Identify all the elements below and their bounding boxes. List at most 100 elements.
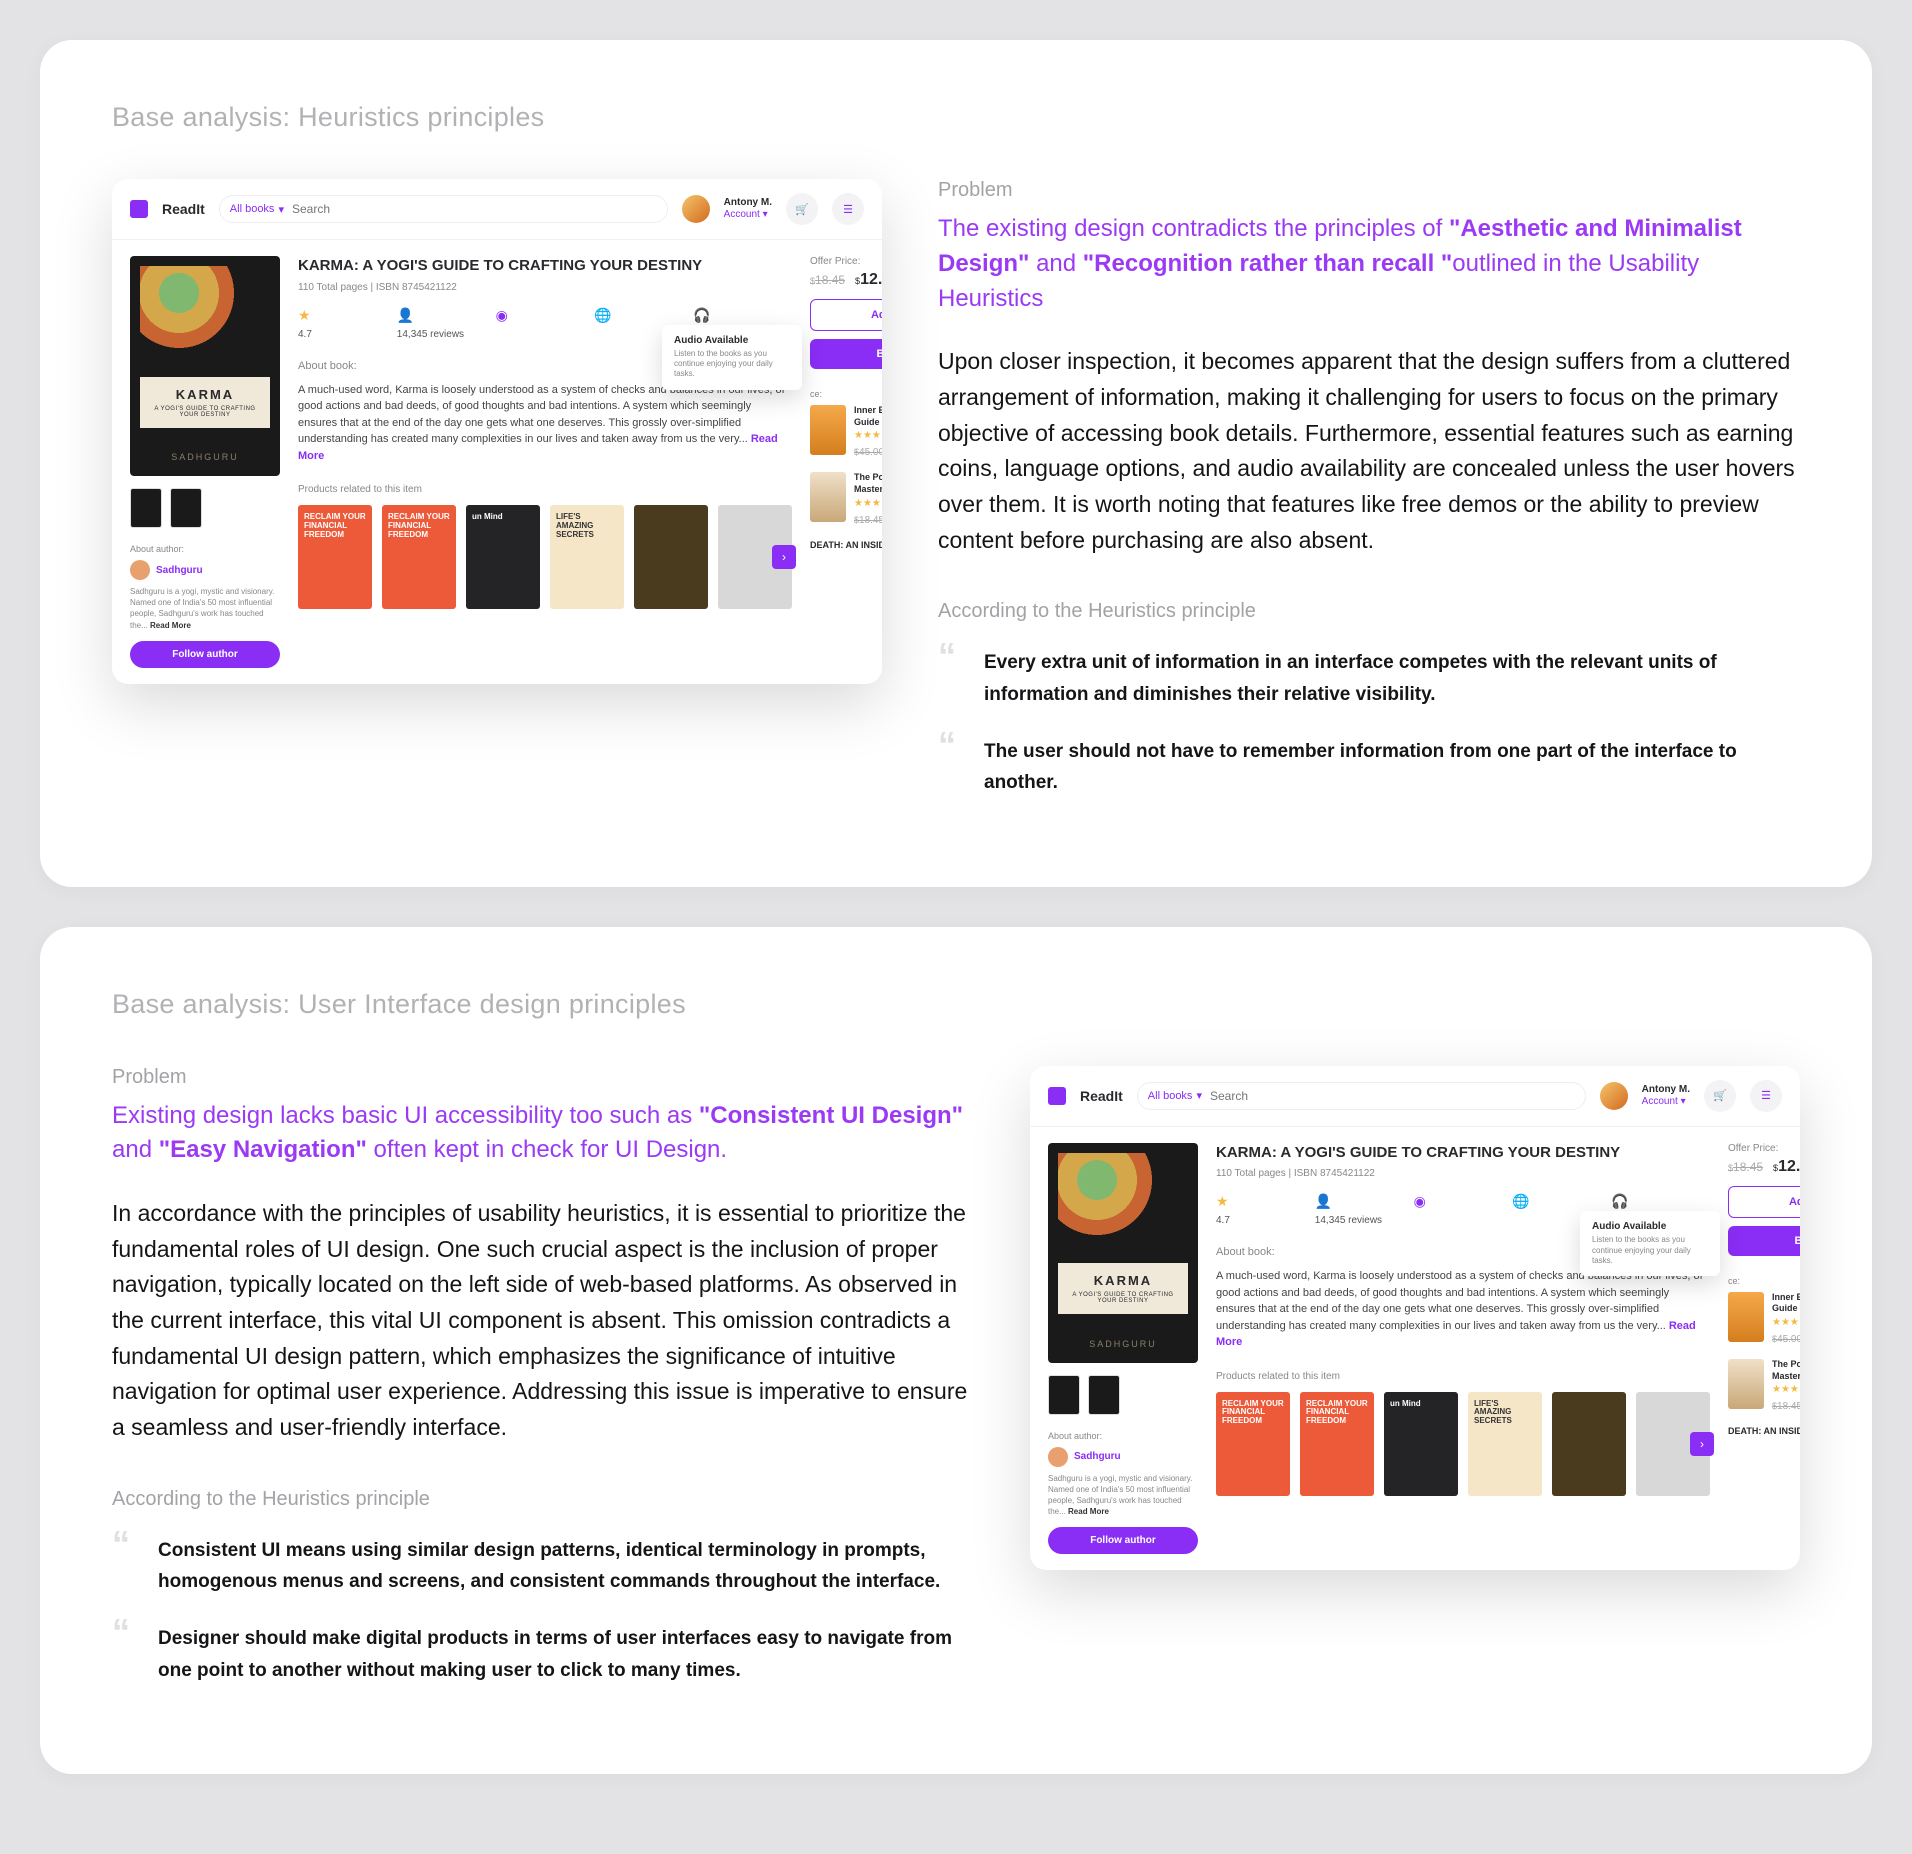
category-dropdown[interactable]: All books ▾ bbox=[1148, 1089, 1202, 1102]
quote-block: “ Every extra unit of information in an … bbox=[938, 647, 1800, 710]
related-side-item-title[interactable]: DEATH: AN INSIDE bbox=[810, 540, 882, 550]
related-item[interactable]: LIFE'S AMAZING SECRETS bbox=[1468, 1392, 1542, 1496]
problem-label: Problem bbox=[938, 179, 1800, 202]
author-name-link[interactable]: Sadhguru bbox=[1074, 1451, 1121, 1462]
search-bar[interactable]: All books ▾ bbox=[219, 195, 668, 223]
book-details-column: KARMA: A YOGI'S GUIDE TO CRAFTING YOUR D… bbox=[1216, 1143, 1710, 1555]
quote-block: “ The user should not have to remember i… bbox=[938, 736, 1800, 799]
analysis-text-column: Problem The existing design contradicts … bbox=[938, 179, 1800, 825]
search-input[interactable] bbox=[292, 202, 657, 216]
brand-logo-icon bbox=[130, 200, 148, 218]
quote-icon: “ bbox=[112, 1535, 140, 1598]
brand-name: ReadIt bbox=[162, 201, 205, 217]
cover-thumb[interactable] bbox=[130, 488, 162, 528]
quote-block: “ Consistent UI means using similar desi… bbox=[112, 1535, 974, 1598]
according-label: According to the Heuristics principle bbox=[938, 600, 1800, 623]
related-item[interactable]: RECLAIM YOUR FINANCIAL FREEDOM bbox=[382, 505, 456, 609]
buy-now-button[interactable]: Buy Now bbox=[810, 339, 882, 369]
cover-thumb[interactable] bbox=[1088, 1375, 1120, 1415]
star-icon: ★ bbox=[1216, 1193, 1315, 1211]
quote-icon: “ bbox=[112, 1623, 140, 1686]
carousel-next-icon[interactable]: › bbox=[772, 545, 796, 569]
about-book-text: A much-used word, Karma is loosely under… bbox=[1216, 1268, 1710, 1351]
book-meta: 110 Total pages | ISBN 8745421122 bbox=[1216, 1168, 1710, 1179]
related-item[interactable]: RECLAIM YOUR FINANCIAL FREEDOM bbox=[1216, 1392, 1290, 1496]
purchase-column: Offer Price: $18.45 $12.45 Add to cart B… bbox=[810, 256, 882, 668]
brand-name: ReadIt bbox=[1080, 1088, 1123, 1104]
user-menu[interactable]: Antony M.Account ▾ bbox=[1642, 1084, 1690, 1108]
related-item[interactable]: un Mind bbox=[1384, 1392, 1458, 1496]
analysis-text-column: Problem Existing design lacks basic UI a… bbox=[112, 1066, 974, 1712]
related-item[interactable]: un Mind bbox=[466, 505, 540, 609]
problem-body: Upon closer inspection, it becomes appar… bbox=[938, 344, 1800, 558]
book-details-column: KARMA: A YOGI'S GUIDE TO CRAFTING YOUR D… bbox=[298, 256, 792, 668]
related-side-item[interactable]: Inner Engineering: A Yogi's Guide to Joy… bbox=[810, 405, 882, 458]
author-bio-readmore[interactable]: Read More bbox=[1068, 1507, 1109, 1516]
carousel-next-icon[interactable]: › bbox=[1690, 1432, 1714, 1456]
quote-text: Consistent UI means using similar design… bbox=[158, 1535, 974, 1598]
related-side-item-title[interactable]: DEATH: AN INSIDE bbox=[1728, 1426, 1800, 1436]
related-side-item[interactable]: The Power of One Thought : Master ... ★★… bbox=[1728, 1359, 1800, 1412]
user-avatar[interactable] bbox=[1600, 1082, 1628, 1110]
reviews-icon: 👤 bbox=[1315, 1193, 1414, 1211]
audio-tooltip: Audio AvailableListen to the books as yo… bbox=[662, 325, 802, 390]
screenshot-column: ReadIt All books ▾ Antony M.Account ▾ 🛒 … bbox=[112, 179, 882, 684]
globe-icon[interactable]: 🌐 bbox=[1512, 1193, 1611, 1211]
book-meta: 110 Total pages | ISBN 8745421122 bbox=[298, 282, 792, 293]
related-products-row: RECLAIM YOUR FINANCIAL FREEDOM RECLAIM Y… bbox=[1216, 1392, 1710, 1496]
brand-logo-icon bbox=[1048, 1087, 1066, 1105]
cart-icon[interactable]: 🛒 bbox=[1704, 1080, 1736, 1112]
book-title: KARMA: A YOGI'S GUIDE TO CRAFTING YOUR D… bbox=[1216, 1143, 1710, 1163]
author-avatar bbox=[130, 560, 150, 580]
audio-icon[interactable]: 🎧 bbox=[1611, 1193, 1710, 1211]
related-side-item[interactable]: The Power of One Thought : Master ... ★★… bbox=[810, 472, 882, 525]
sidebar-section-label: ce: bbox=[1728, 1276, 1800, 1286]
buy-now-button[interactable]: Buy Now bbox=[1728, 1226, 1800, 1256]
follow-author-button[interactable]: Follow author bbox=[1048, 1527, 1198, 1554]
cart-icon[interactable]: 🛒 bbox=[786, 193, 818, 225]
related-item[interactable]: RECLAIM YOUR FINANCIAL FREEDOM bbox=[298, 505, 372, 609]
cover-thumb[interactable] bbox=[170, 488, 202, 528]
cover-thumb[interactable] bbox=[1048, 1375, 1080, 1415]
category-dropdown[interactable]: All books ▾ bbox=[230, 203, 284, 216]
search-input[interactable] bbox=[1210, 1089, 1575, 1103]
related-item[interactable] bbox=[634, 505, 708, 609]
section-title: Base analysis: Heuristics principles bbox=[112, 102, 1800, 133]
coins-icon[interactable]: ◉ bbox=[1414, 1193, 1513, 1211]
analysis-card-ui-principles: Base analysis: User Interface design pri… bbox=[40, 927, 1872, 1774]
user-avatar[interactable] bbox=[682, 195, 710, 223]
author-name-link[interactable]: Sadhguru bbox=[156, 565, 203, 576]
according-label: According to the Heuristics principle bbox=[112, 1488, 974, 1511]
hamburger-icon[interactable]: ☰ bbox=[1750, 1080, 1782, 1112]
hamburger-icon[interactable]: ☰ bbox=[832, 193, 864, 225]
related-label: Products related to this item bbox=[298, 484, 792, 495]
user-menu[interactable]: Antony M.Account ▾ bbox=[724, 197, 772, 221]
follow-author-button[interactable]: Follow author bbox=[130, 641, 280, 668]
globe-icon[interactable]: 🌐 bbox=[594, 307, 693, 325]
book-cover-column: KARMAA YOGI'S GUIDE TO CRAFTING YOUR DES… bbox=[1048, 1143, 1198, 1555]
add-to-cart-button[interactable]: Add to cart bbox=[1728, 1186, 1800, 1218]
author-bio-readmore[interactable]: Read More bbox=[150, 621, 191, 630]
chevron-down-icon: ▾ bbox=[1196, 1089, 1202, 1102]
about-author-label: About author: bbox=[130, 544, 280, 554]
section-title: Base analysis: User Interface design pri… bbox=[112, 989, 1800, 1020]
related-item[interactable]: RECLAIM YOUR FINANCIAL FREEDOM bbox=[1300, 1392, 1374, 1496]
purchase-column: Offer Price: $18.45 $12.45 Add to cart B… bbox=[1728, 1143, 1800, 1555]
reviews-value: 14,345 reviews bbox=[1315, 1215, 1414, 1226]
book-cover: KARMAA YOGI'S GUIDE TO CRAFTING YOUR DES… bbox=[130, 256, 280, 476]
quote-icon: “ bbox=[938, 647, 966, 710]
related-item[interactable] bbox=[1552, 1392, 1626, 1496]
search-bar[interactable]: All books ▾ bbox=[1137, 1082, 1586, 1110]
coins-icon[interactable]: ◉ bbox=[496, 307, 595, 325]
stats-row: ★4.7 👤14,345 reviews ◉ 🌐 🎧 Audio Availab… bbox=[298, 307, 792, 340]
quote-text: The user should not have to remember inf… bbox=[984, 736, 1800, 799]
related-side-item[interactable]: Inner Engineering: A Yogi's Guide to Joy… bbox=[1728, 1292, 1800, 1345]
add-to-cart-button[interactable]: Add to cart bbox=[810, 299, 882, 331]
related-products-row: RECLAIM YOUR FINANCIAL FREEDOM RECLAIM Y… bbox=[298, 505, 792, 609]
offer-price-label: Offer Price: bbox=[810, 256, 882, 267]
mockup-topbar: ReadIt All books ▾ Antony M.Account ▾ 🛒 … bbox=[1030, 1066, 1800, 1127]
audio-icon[interactable]: 🎧 bbox=[693, 307, 792, 325]
mockup-topbar: ReadIt All books ▾ Antony M.Account ▾ 🛒 … bbox=[112, 179, 882, 240]
quote-text: Every extra unit of information in an in… bbox=[984, 647, 1800, 710]
related-item[interactable]: LIFE'S AMAZING SECRETS bbox=[550, 505, 624, 609]
